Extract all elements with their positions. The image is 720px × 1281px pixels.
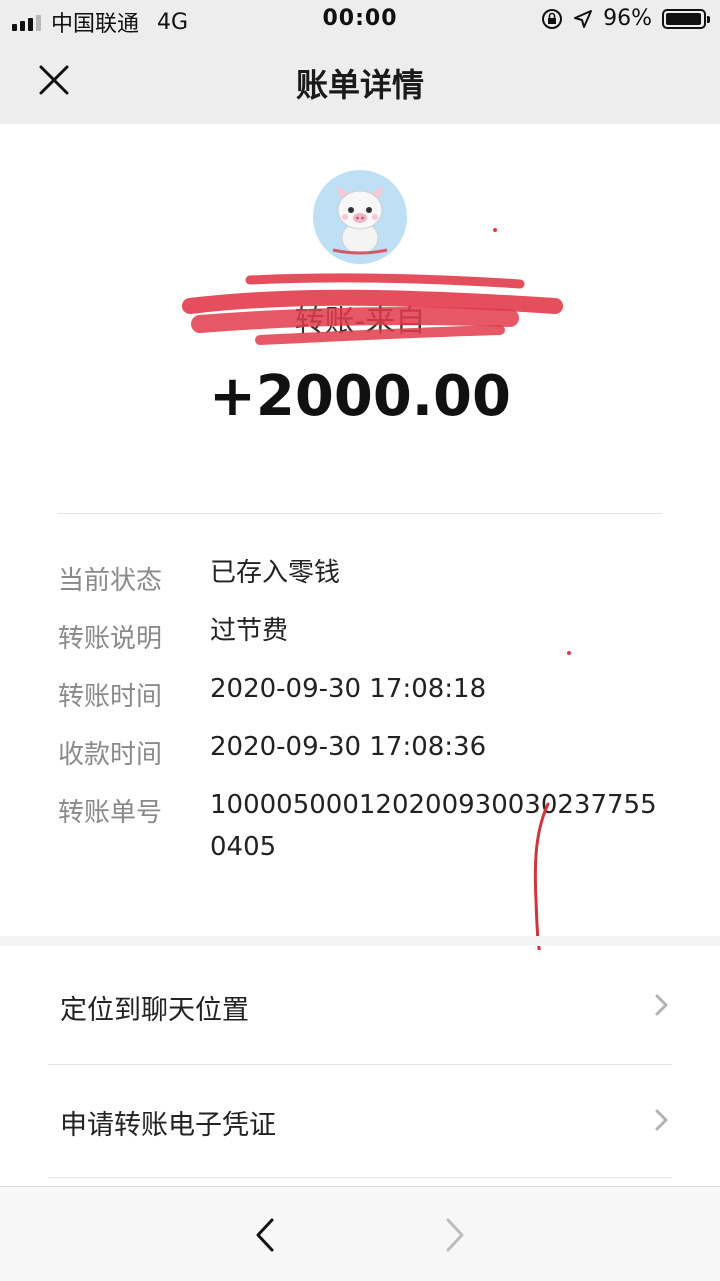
transfer-amount: +2000.00 [209, 364, 511, 429]
divider [58, 513, 662, 514]
apply-e-receipt-item[interactable]: 申请转账电子凭证 [0, 1065, 720, 1177]
bottom-nav-bar [0, 1186, 720, 1281]
avatar [313, 170, 407, 264]
detail-label: 转账单号 [58, 798, 163, 828]
page-title: 账单详情 [295, 66, 424, 104]
battery-percent: 96% [603, 6, 652, 31]
detail-value-transfer-id: 100005000120200930030237755 0405 [210, 790, 657, 862]
redaction-scribble [182, 273, 563, 345]
action-label: 申请转账电子凭证 [60, 1110, 276, 1141]
detail-value: 过节费 [210, 616, 289, 646]
detail-label: 转账说明 [58, 624, 163, 654]
red-mark [567, 651, 571, 655]
detail-value: 2020-09-30 17:08:36 [210, 732, 487, 762]
pig-avatar-icon [313, 170, 407, 264]
chevron-right-icon [655, 994, 668, 1016]
orientation-lock-icon [542, 8, 563, 29]
detail-label: 收款时间 [58, 740, 163, 770]
chevron-right-icon[interactable] [440, 1215, 470, 1255]
chevron-left-icon[interactable] [250, 1215, 280, 1255]
chevron-right-icon [655, 1109, 668, 1131]
locate-in-chat-item[interactable]: 定位到聊天位置 [0, 950, 720, 1062]
nav-bar: 账单详情 [0, 40, 720, 124]
detail-value: 已存入零钱 [210, 558, 341, 588]
location-arrow-icon [574, 9, 593, 28]
detail-label: 当前状态 [58, 566, 163, 596]
battery-icon [662, 8, 710, 29]
action-label: 定位到聊天位置 [60, 995, 249, 1026]
detail-label: 转账时间 [58, 682, 163, 712]
status-bar: 中国联通 4G 00:00 96% [0, 0, 720, 40]
red-mark [493, 228, 497, 232]
detail-value: 2020-09-30 17:08:18 [210, 674, 487, 704]
section-gap [0, 936, 720, 946]
divider [48, 1177, 672, 1178]
